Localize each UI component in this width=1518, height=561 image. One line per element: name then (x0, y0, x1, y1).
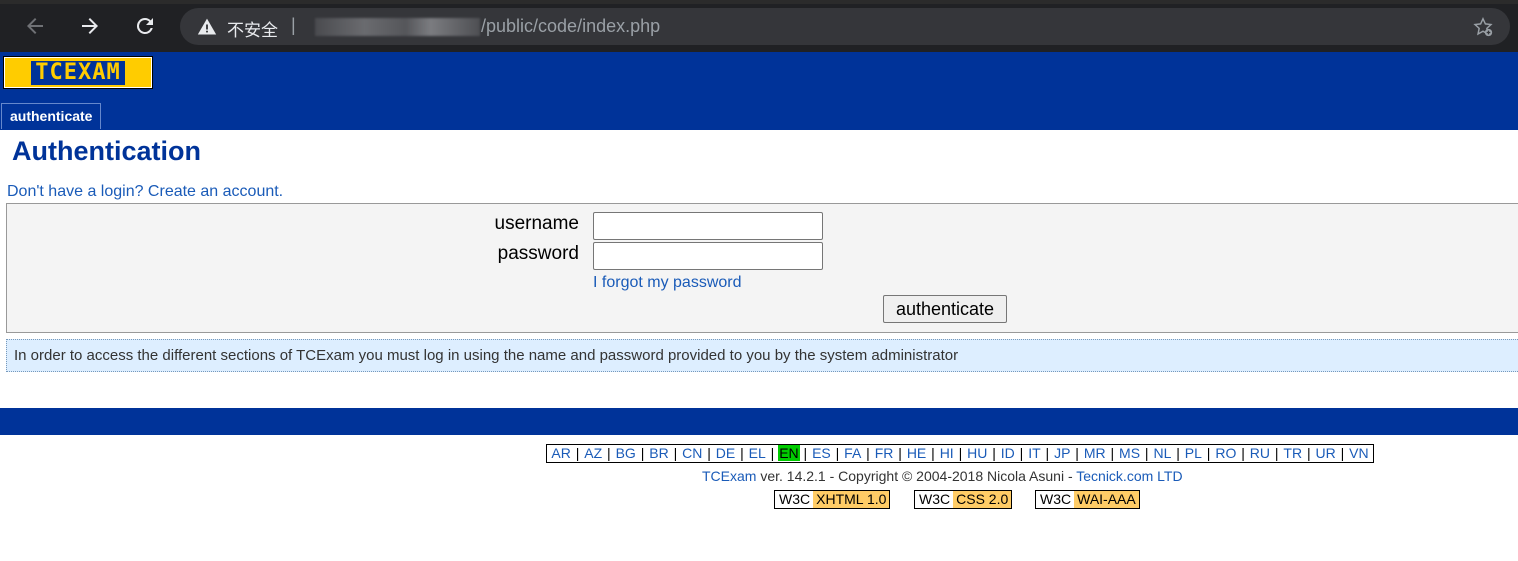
badge-standard-label: CSS 2.0 (953, 491, 1012, 508)
language-separator: | (1270, 445, 1283, 461)
language-link-ms[interactable]: MS (1118, 445, 1141, 461)
reload-button[interactable] (130, 11, 160, 41)
reload-icon (136, 17, 153, 34)
password-label: password (497, 243, 579, 264)
badge-standard-label: XHTML 1.0 (813, 491, 890, 508)
tecnick-link[interactable]: Tecnick.com LTD (1076, 468, 1182, 484)
language-link-tr[interactable]: TR (1282, 445, 1303, 461)
security-status[interactable]: 不安全 (227, 16, 278, 41)
password-field[interactable] (593, 242, 823, 270)
language-link-hu[interactable]: HU (966, 445, 988, 461)
forward-button[interactable] (75, 11, 105, 41)
language-separator: | (1015, 445, 1028, 461)
language-link-br[interactable]: BR (648, 445, 669, 461)
language-separator: | (1237, 445, 1249, 461)
language-separator: | (1202, 445, 1215, 461)
language-link-ru[interactable]: RU (1249, 445, 1271, 461)
arrow-left-icon (27, 18, 43, 34)
bookmark-star-icon[interactable] (1472, 16, 1494, 38)
language-link-en[interactable]: EN (778, 445, 800, 461)
language-separator: | (894, 445, 906, 461)
login-form: username password I forgot my password a… (6, 203, 1518, 333)
tcexam-link[interactable]: TCExam (702, 468, 756, 484)
badge-w3c-label: W3C (775, 491, 814, 508)
language-link-de[interactable]: DE (715, 445, 736, 461)
language-link-ro[interactable]: RO (1214, 445, 1237, 461)
back-button[interactable] (20, 11, 50, 41)
version-text: ver. 14.2.1 - Copyright © 2004-2018 Nico… (756, 468, 1077, 484)
username-field[interactable] (593, 212, 823, 240)
language-separator: | (603, 445, 615, 461)
language-link-id[interactable]: ID (1000, 445, 1016, 461)
url-path[interactable]: /public/code/index.php (481, 16, 660, 37)
language-separator: | (766, 445, 779, 461)
language-link-mr[interactable]: MR (1083, 445, 1107, 461)
language-separator: | (862, 445, 874, 461)
language-link-el[interactable]: EL (748, 445, 767, 461)
badge-standard-label: WAI-AAA (1074, 491, 1139, 508)
language-separator: | (799, 445, 812, 461)
menu-tab-authenticate[interactable]: authenticate (1, 103, 102, 129)
language-separator: | (703, 445, 715, 461)
logo-text: TCEXAM (31, 60, 125, 85)
language-link-it[interactable]: IT (1027, 445, 1041, 461)
language-separator: | (831, 445, 844, 461)
site-header: TCEXAM authenticate (0, 52, 1518, 130)
username-label: username (494, 213, 580, 234)
tab-strip-edge (0, 0, 1518, 4)
redacted-host (315, 18, 480, 36)
language-link-ur[interactable]: UR (1315, 445, 1337, 461)
badge-w3c-label: W3C (915, 491, 954, 508)
language-link-ar[interactable]: AR (550, 445, 571, 461)
browser-toolbar: 不安全 | /public/code/index.php (0, 0, 1518, 52)
language-separator: | (1172, 445, 1184, 461)
create-account-link[interactable]: Don't have a login? Create an account. (7, 183, 283, 201)
info-message: In order to access the different section… (6, 339, 1518, 372)
page-title: Authentication (12, 136, 201, 166)
language-link-nl[interactable]: NL (1152, 445, 1172, 461)
language-separator: | (1106, 445, 1119, 461)
url-separator: | (291, 15, 296, 35)
arrow-right-icon (82, 18, 98, 34)
language-separator: | (927, 445, 939, 461)
language-link-pl[interactable]: PL (1184, 445, 1203, 461)
language-separator: | (669, 445, 682, 461)
language-link-fr[interactable]: FR (874, 445, 895, 461)
w3c-xhtml-badge[interactable]: W3C XHTML 1.0 (774, 490, 891, 509)
tcexam-logo[interactable]: TCEXAM (3, 56, 153, 89)
language-link-bg[interactable]: BG (615, 445, 637, 461)
language-separator: | (571, 445, 584, 461)
language-separator: | (1336, 445, 1349, 461)
forgot-password-link[interactable]: I forgot my password (593, 274, 742, 292)
language-link-jp[interactable]: JP (1053, 445, 1071, 461)
language-separator: | (1141, 445, 1153, 461)
authenticate-button[interactable]: authenticate (883, 295, 1007, 323)
language-separator: | (988, 445, 1000, 461)
language-link-az[interactable]: AZ (583, 445, 603, 461)
language-link-fa[interactable]: FA (843, 445, 862, 461)
language-separator: | (1071, 445, 1083, 461)
warning-icon (197, 18, 217, 35)
language-link-cn[interactable]: CN (681, 445, 703, 461)
language-link-hi[interactable]: HI (939, 445, 955, 461)
address-bar[interactable]: 不安全 | /public/code/index.php (180, 8, 1510, 45)
language-link-es[interactable]: ES (811, 445, 832, 461)
language-selector: AR | AZ | BG | BR | CN | DE | EL | EN | … (546, 444, 1374, 463)
language-separator: | (954, 445, 967, 461)
badge-w3c-label: W3C (1036, 491, 1075, 508)
w3c-wai-badge[interactable]: W3C WAI-AAA (1035, 490, 1140, 509)
language-separator: | (636, 445, 649, 461)
language-link-he[interactable]: HE (906, 445, 927, 461)
language-separator: | (1303, 445, 1315, 461)
language-separator: | (736, 445, 748, 461)
language-separator: | (1041, 445, 1054, 461)
w3c-css-badge[interactable]: W3C CSS 2.0 (914, 490, 1013, 509)
language-link-vn[interactable]: VN (1348, 445, 1369, 461)
footer-bar (0, 408, 1518, 435)
